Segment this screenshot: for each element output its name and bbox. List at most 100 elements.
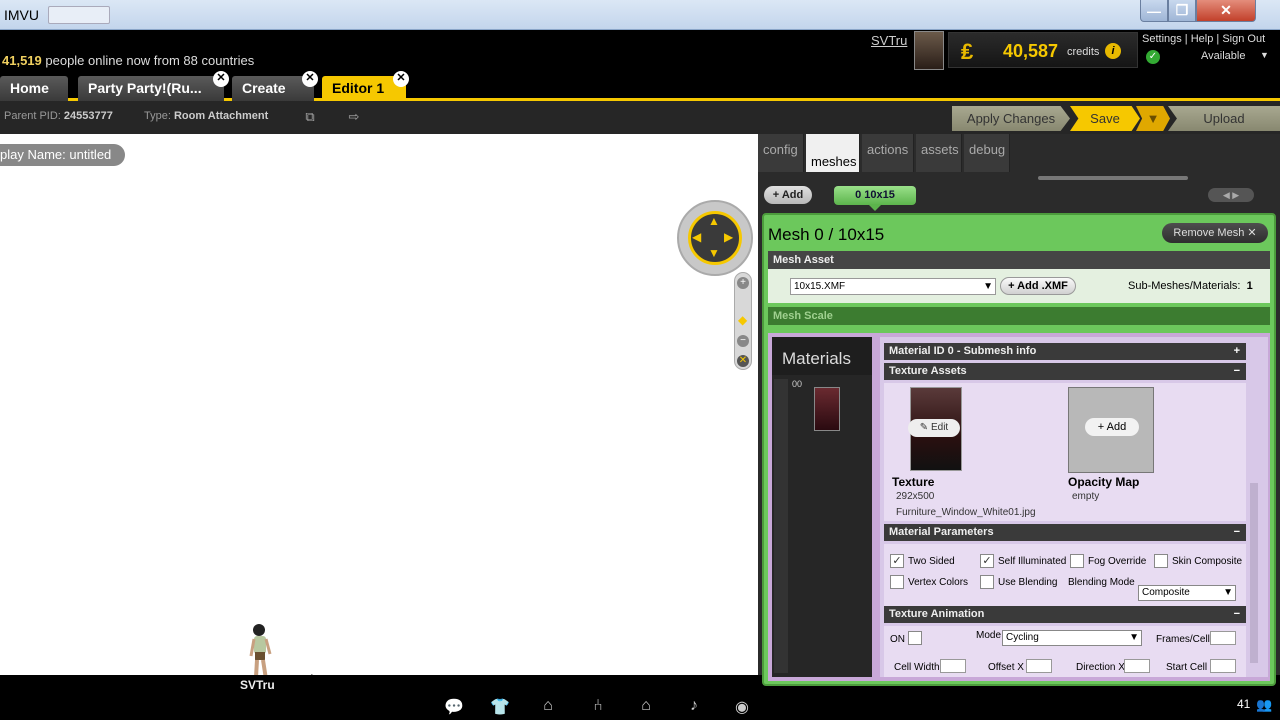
collapse-icon[interactable]: −	[1234, 363, 1240, 380]
direction-x-input[interactable]	[1124, 659, 1150, 673]
arrow-right-icon[interactable]: ▶	[724, 230, 733, 244]
close-tab-icon[interactable]: ✕	[302, 71, 318, 87]
collapse-icon[interactable]: −	[1234, 606, 1240, 623]
collapse-icon[interactable]: −	[1234, 524, 1240, 541]
arrow-down-icon[interactable]: ▼	[708, 246, 720, 260]
minimize-button[interactable]: —	[1140, 0, 1168, 22]
reset-view-icon[interactable]: ✕	[737, 355, 749, 367]
arrow-left-icon[interactable]: ◀	[692, 230, 701, 244]
status-dropdown[interactable]: ✓ Available ▼	[1144, 49, 1272, 67]
chevron-down-icon: ▼	[1129, 632, 1139, 643]
mesh-tab[interactable]: 0 10x15	[834, 186, 916, 205]
material-params-header[interactable]: Material Parameters −	[884, 524, 1246, 541]
tab-home[interactable]: Home	[0, 76, 68, 101]
self-illuminated-checkbox[interactable]: ✓	[980, 554, 994, 568]
xmf-dropdown[interactable]: 10x15.XMF ▼	[790, 278, 996, 295]
use-blending-checkbox[interactable]	[980, 575, 994, 589]
opacity-map-slot[interactable]: + Add	[1068, 387, 1154, 473]
vertex-colors-checkbox[interactable]	[890, 575, 904, 589]
offset-x-input[interactable]	[1026, 659, 1052, 673]
people-icon[interactable]: 👥	[1256, 697, 1272, 713]
online-text: people online now from 88 countries	[41, 53, 255, 68]
hanger-icon[interactable]: ⌂	[536, 697, 560, 717]
camera-icon[interactable]: ◉	[730, 697, 754, 717]
details-scrollbar[interactable]	[1250, 483, 1258, 663]
parent-pid-value: 24553777	[63, 110, 113, 122]
folder-icon[interactable]: ⇨	[344, 109, 364, 125]
add-opacity-button[interactable]: + Add	[1085, 418, 1139, 436]
zoom-in-icon[interactable]: +	[737, 277, 749, 289]
xmf-value: 10x15.XMF	[794, 281, 846, 292]
pan-control[interactable]: ▲ ▼ ◀ ▶	[688, 211, 742, 265]
status-value: Available	[1201, 50, 1246, 62]
material-id-header[interactable]: Material ID 0 - Submesh info +	[884, 343, 1246, 360]
chair-icon[interactable]: ⑃	[586, 697, 610, 717]
tab-config[interactable]: config	[758, 134, 804, 172]
tab-debug[interactable]: debug	[964, 134, 1010, 172]
shirt-icon[interactable]: 👕	[488, 697, 512, 717]
add-xmf-label: Add .XMF	[1017, 280, 1068, 292]
help-link[interactable]: Help	[1191, 33, 1214, 45]
materials-scrollbar[interactable]	[774, 379, 788, 673]
edit-texture-button[interactable]: ✎ Edit	[908, 419, 960, 437]
cell-width-input[interactable]	[940, 659, 966, 673]
material-params-section: ✓ Two Sided ✓ Self Illuminated Fog Overr…	[884, 544, 1246, 608]
3d-viewport[interactable]: play Name: untitled	[0, 134, 758, 695]
chat-icon[interactable]: 💬	[442, 697, 466, 717]
material-index: 00	[792, 379, 803, 389]
music-icon[interactable]: ♪	[682, 697, 706, 717]
tab-actions[interactable]: actions	[862, 134, 914, 172]
avatar[interactable]	[914, 31, 944, 70]
tab-assets[interactable]: assets	[916, 134, 962, 172]
maximize-button[interactable]: ❐	[1168, 0, 1196, 22]
editor-toolbar: Parent PID: 24553777 Type: Room Attachme…	[0, 101, 1280, 134]
mesh-scale-header[interactable]: Mesh Scale	[768, 307, 1270, 325]
mode-dropdown[interactable]: Cycling ▼	[1002, 630, 1142, 646]
camera-navigation-control[interactable]: ▲ ▼ ◀ ▶	[677, 200, 753, 276]
mesh-nav-arrows[interactable]: ◀ ▶	[1208, 188, 1254, 202]
texture-animation-label: Texture Animation	[889, 608, 985, 620]
credits-value: 40,587	[1003, 41, 1059, 61]
windows-icon[interactable]: ⧉	[300, 109, 320, 125]
add-xmf-button[interactable]: + Add .XMF	[1000, 277, 1076, 295]
skin-composite-checkbox[interactable]	[1154, 554, 1168, 568]
upload-button[interactable]: Upload	[1168, 106, 1280, 131]
close-button[interactable]: ✕	[1196, 0, 1256, 22]
apply-changes-button[interactable]: Apply Changes	[952, 106, 1070, 131]
tab-party[interactable]: Party Party!(Ru...	[78, 76, 224, 101]
add-mesh-button[interactable]: + Add	[764, 186, 812, 204]
fog-override-checkbox[interactable]	[1070, 554, 1084, 568]
type-label: Type:	[144, 110, 171, 122]
two-sided-label: Two Sided	[908, 556, 955, 567]
texture-assets-header[interactable]: Texture Assets −	[884, 363, 1246, 380]
zoom-handle[interactable]: ◆	[738, 313, 747, 327]
panel-tabs: config meshes actions assets debug	[758, 134, 1280, 172]
remove-mesh-button[interactable]: Remove Mesh ✕	[1162, 223, 1268, 243]
username-link[interactable]: SVTru	[871, 33, 907, 48]
mode-label: Mode	[976, 630, 1002, 641]
close-tab-icon[interactable]: ✕	[393, 71, 409, 87]
blending-mode-dropdown[interactable]: Composite ▼	[1138, 585, 1236, 601]
texture-animation-header[interactable]: Texture Animation −	[884, 606, 1246, 623]
close-tab-icon[interactable]: ✕	[213, 71, 229, 87]
sign-out-link[interactable]: Sign Out	[1222, 33, 1265, 45]
expand-icon[interactable]: +	[1234, 343, 1240, 360]
home-icon[interactable]: ⌂	[634, 697, 658, 717]
save-dropdown-button[interactable]: ▼	[1136, 106, 1170, 131]
frames-cell-input[interactable]	[1210, 631, 1236, 645]
tab-scrollbar[interactable]	[1038, 176, 1188, 180]
title-field[interactable]	[48, 6, 110, 24]
two-sided-checkbox[interactable]: ✓	[890, 554, 904, 568]
zoom-slider[interactable]: + ◆ − ✕	[734, 272, 752, 370]
tab-meshes[interactable]: meshes	[806, 134, 860, 172]
save-button[interactable]: Save	[1070, 106, 1140, 131]
start-cell-input[interactable]	[1210, 659, 1236, 673]
zoom-out-icon[interactable]: −	[737, 335, 749, 347]
info-icon[interactable]: i	[1105, 43, 1121, 59]
anim-on-checkbox[interactable]	[908, 631, 922, 645]
blending-mode-value: Composite	[1142, 587, 1190, 598]
settings-link[interactable]: Settings	[1142, 33, 1182, 45]
user-count: 41	[1237, 697, 1251, 711]
arrow-up-icon[interactable]: ▲	[708, 214, 720, 228]
material-thumbnail[interactable]	[814, 387, 840, 431]
